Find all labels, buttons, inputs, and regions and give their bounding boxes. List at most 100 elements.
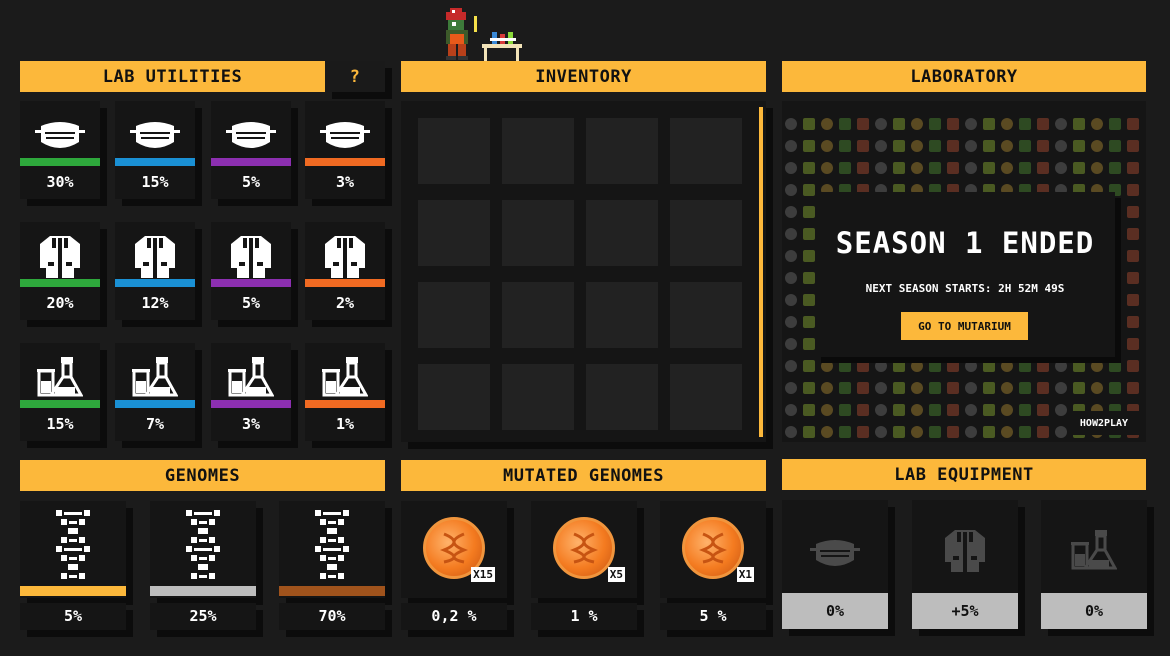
rarity-bar <box>115 158 195 166</box>
mask-card[interactable]: 30% <box>20 101 100 199</box>
genome-card[interactable] <box>279 501 385 598</box>
pattern-tile <box>857 118 869 130</box>
laboratory-title: LABORATORY <box>910 66 1018 87</box>
flask-card[interactable]: 1% <box>305 343 385 441</box>
pattern-tile <box>965 426 977 438</box>
inventory-slot[interactable] <box>418 200 490 266</box>
lab-coat-icon <box>305 234 385 280</box>
inventory-slot[interactable] <box>502 364 574 430</box>
pattern-tile <box>803 294 815 306</box>
pattern-tile <box>785 382 797 394</box>
genome-card[interactable] <box>150 501 256 598</box>
mask-percent: 5% <box>241 173 261 191</box>
pattern-tile <box>911 382 923 394</box>
mutated-genome-card[interactable]: X5 <box>531 501 637 598</box>
pattern-tile <box>893 162 905 174</box>
inventory-scrollbar[interactable] <box>759 107 763 437</box>
pattern-tile <box>785 272 797 284</box>
pattern-tile <box>947 360 959 372</box>
lab-utilities-title: LAB UTILITIES <box>102 66 243 87</box>
inventory-slot[interactable] <box>418 364 490 430</box>
lab-utilities-header: LAB UTILITIES <box>20 61 325 92</box>
inventory-slot[interactable] <box>586 118 658 184</box>
how2play-button[interactable]: HOW2PLAY <box>1069 411 1139 435</box>
lab-coat-card[interactable]: 5% <box>211 222 291 320</box>
flask-card[interactable]: 3% <box>211 343 291 441</box>
pattern-tile <box>1001 426 1013 438</box>
pattern-tile <box>785 184 797 196</box>
genomes-title: GENOMES <box>164 465 241 486</box>
pattern-tile <box>803 162 815 174</box>
inventory-slot[interactable] <box>586 364 658 430</box>
pattern-tile <box>929 426 941 438</box>
pattern-tile <box>1127 294 1139 306</box>
pattern-tile <box>1127 162 1139 174</box>
pattern-tile <box>857 162 869 174</box>
genome-card[interactable] <box>20 501 126 598</box>
lab-coat-card[interactable]: 20% <box>20 222 100 320</box>
pattern-tile <box>1109 382 1121 394</box>
pattern-tile <box>1055 140 1067 152</box>
equipment-slot[interactable]: 0% <box>1041 500 1147 629</box>
mask-icon <box>305 120 385 152</box>
multiplier-badge: X1 <box>736 567 754 582</box>
genome-rarity-bar <box>279 586 385 596</box>
inventory-slot[interactable] <box>502 200 574 266</box>
mutated-genome-card[interactable]: X1 <box>660 501 766 598</box>
pattern-tile <box>893 118 905 130</box>
lab-coat-card[interactable]: 2% <box>305 222 385 320</box>
pattern-tile <box>1127 184 1139 196</box>
lab-coat-icon <box>20 234 100 280</box>
pattern-tile <box>1019 118 1031 130</box>
inventory-slot[interactable] <box>670 118 742 184</box>
flask-percent: 15% <box>46 415 74 433</box>
pattern-tile <box>857 140 869 152</box>
inventory-slot[interactable] <box>502 282 574 348</box>
pattern-tile <box>803 426 815 438</box>
inventory-slot[interactable] <box>670 364 742 430</box>
rarity-bar <box>20 158 100 166</box>
inventory-slot[interactable] <box>502 118 574 184</box>
inventory-slot[interactable] <box>418 282 490 348</box>
inventory-slot[interactable] <box>670 282 742 348</box>
equipment-slot[interactable]: +5% <box>912 500 1018 629</box>
pattern-tile <box>1127 140 1139 152</box>
mask-card[interactable]: 5% <box>211 101 291 199</box>
mask-card[interactable]: 3% <box>305 101 385 199</box>
pattern-tile <box>1091 140 1103 152</box>
mutated-genome-card[interactable]: X15 <box>401 501 507 598</box>
inventory-slot[interactable] <box>418 118 490 184</box>
genome-rarity-bar <box>20 586 126 596</box>
pattern-tile <box>1037 426 1049 438</box>
pattern-tile <box>785 250 797 262</box>
inventory-header: INVENTORY <box>401 61 766 92</box>
pattern-tile <box>1091 162 1103 174</box>
pattern-tile <box>1109 118 1121 130</box>
pattern-tile <box>785 228 797 240</box>
inventory-slot[interactable] <box>670 200 742 266</box>
flask-card[interactable]: 15% <box>20 343 100 441</box>
flask-card[interactable]: 7% <box>115 343 195 441</box>
pattern-tile <box>857 426 869 438</box>
pattern-tile <box>947 382 959 394</box>
help-button[interactable]: ? <box>325 61 385 92</box>
flask-percent: 1% <box>335 415 355 433</box>
inventory-slot[interactable] <box>586 282 658 348</box>
equipment-slot[interactable]: 0% <box>782 500 888 629</box>
rarity-bar <box>211 158 291 166</box>
mask-card[interactable]: 15% <box>115 101 195 199</box>
pattern-tile <box>929 404 941 416</box>
pattern-tile <box>875 404 887 416</box>
lab-equipment-header: LAB EQUIPMENT <box>782 459 1146 490</box>
rarity-bar <box>305 400 385 408</box>
flask-percent: 7% <box>145 415 165 433</box>
pattern-tile <box>1091 360 1103 372</box>
pattern-tile <box>965 140 977 152</box>
pattern-tile <box>857 360 869 372</box>
inventory-slot[interactable] <box>586 200 658 266</box>
go-to-mutarium-button[interactable]: GO TO MUTARIUM <box>901 312 1028 340</box>
lab-coat-card[interactable]: 12% <box>115 222 195 320</box>
pattern-tile <box>983 382 995 394</box>
mutated-genome-percent: 1 % <box>531 603 637 630</box>
pattern-tile <box>929 382 941 394</box>
